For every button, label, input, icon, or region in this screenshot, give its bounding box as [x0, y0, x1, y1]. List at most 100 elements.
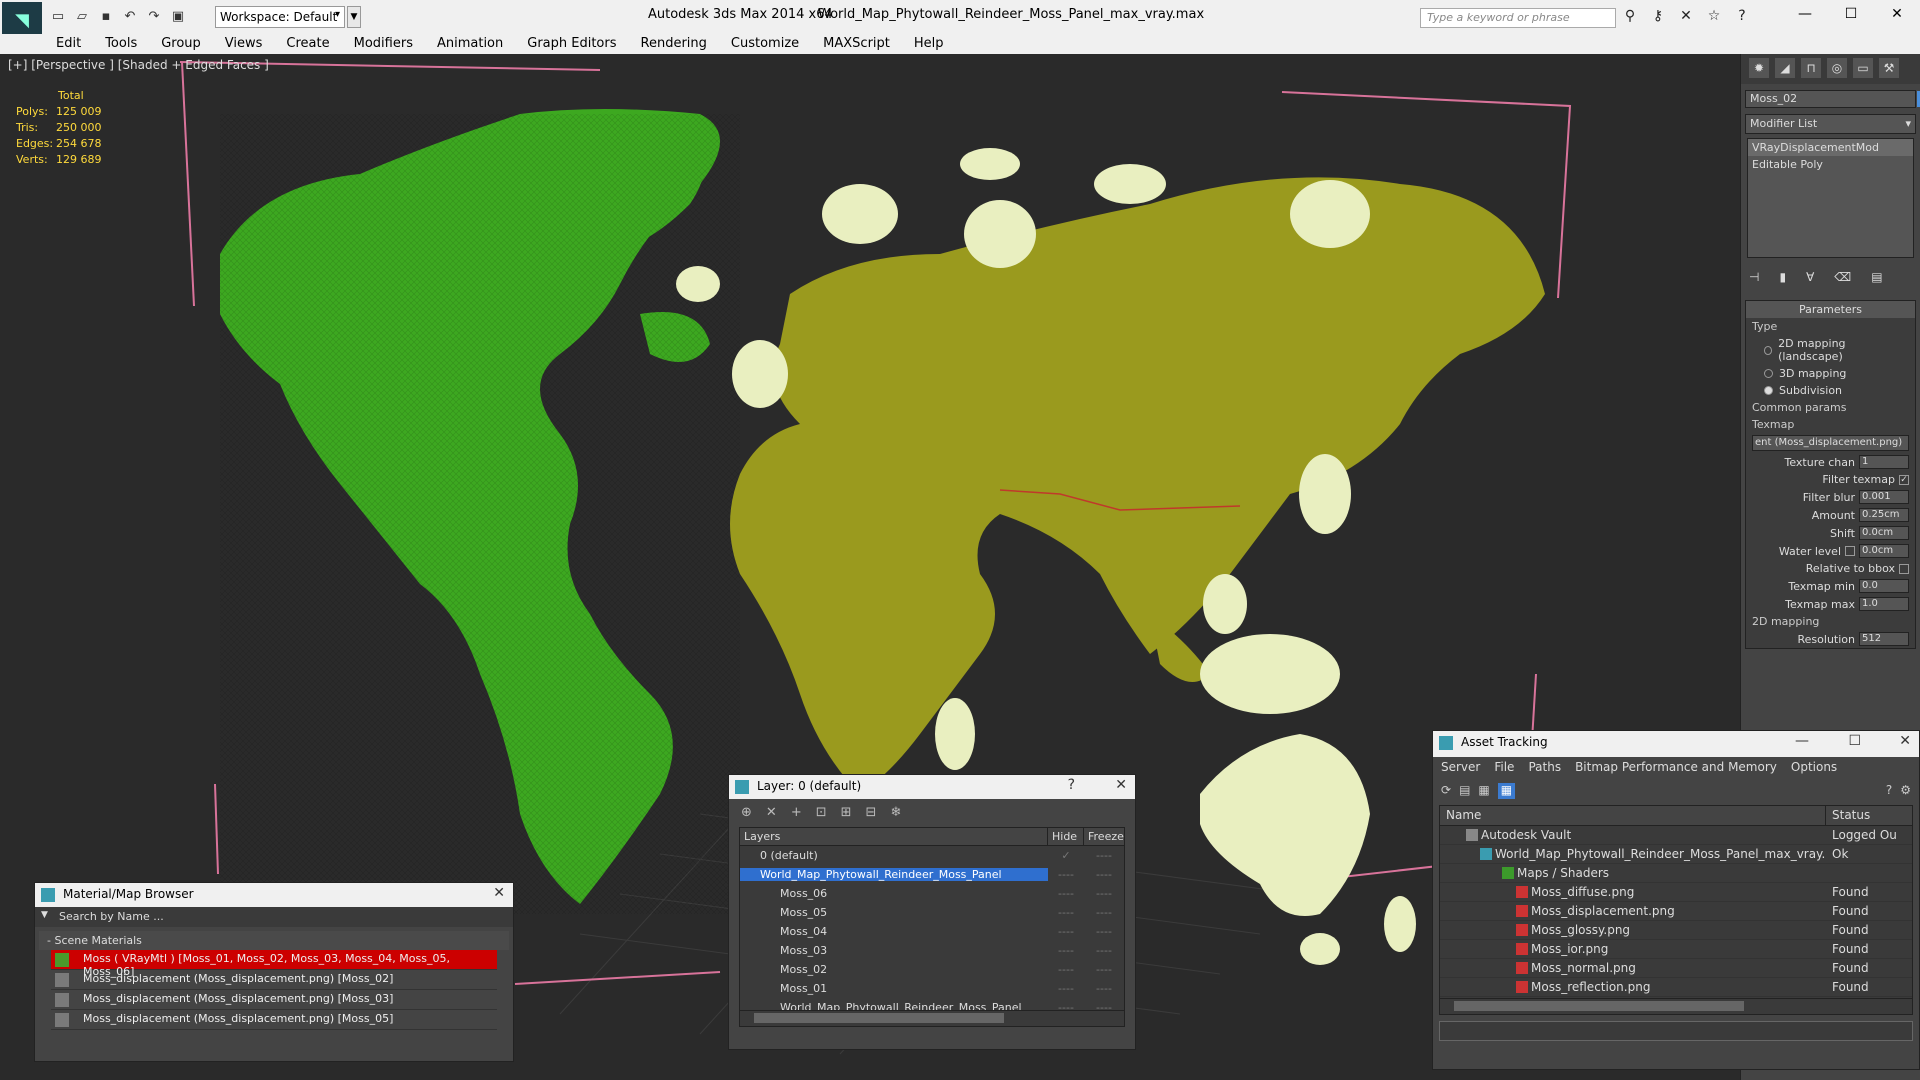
vault-help-icon[interactable]: ? — [1886, 783, 1892, 799]
asset-row[interactable]: Moss_normal.png Found — [1440, 959, 1912, 978]
relative-bbox-checkbox[interactable] — [1899, 563, 1909, 574]
layer-row[interactable]: 0 (default) ✓ ---- — [740, 846, 1124, 865]
maximize-button[interactable]: ☐ — [1828, 0, 1874, 28]
close-button[interactable]: ✕ — [1874, 0, 1920, 28]
amount-field[interactable]: 0.25cm — [1859, 508, 1909, 522]
utilities-tab-icon[interactable]: ⚒ — [1879, 58, 1899, 78]
asset-maximize-icon[interactable]: ☐ — [1848, 733, 1861, 749]
asset-row[interactable]: Moss_diffuse.png Found — [1440, 883, 1912, 902]
select-in-layer-icon[interactable]: ⊡ — [816, 805, 827, 820]
menu-customize[interactable]: Customize — [719, 34, 811, 54]
table-view-icon[interactable]: ▦ — [1497, 783, 1516, 799]
refresh-icon[interactable]: ⟳ — [1441, 783, 1451, 799]
project-folder-icon[interactable]: ▣ — [168, 8, 188, 26]
layer-hide-toggle[interactable]: ---- — [1048, 906, 1084, 919]
menu-modifiers[interactable]: Modifiers — [342, 34, 425, 54]
asset-row[interactable]: Autodesk Vault Logged Ou — [1440, 826, 1912, 845]
material-search-input[interactable]: Search by Name ... — [35, 907, 513, 927]
texmap-button[interactable]: ent (Moss_displacement.png) — [1752, 435, 1909, 451]
freeze-all-layers-icon[interactable]: ❄ — [890, 805, 901, 820]
delete-layer-icon[interactable]: ✕ — [766, 805, 777, 820]
stack-item-vray-displacement[interactable]: VRayDisplacementMod — [1748, 139, 1913, 156]
pin-stack-icon[interactable]: ⊣ — [1749, 270, 1759, 284]
water-level-field[interactable]: 0.0cm — [1859, 544, 1909, 558]
favorites-icon[interactable]: ☆ — [1704, 8, 1724, 26]
menu-group[interactable]: Group — [149, 34, 213, 54]
detail-view-icon[interactable]: ▦ — [1478, 783, 1489, 799]
texmap-max-field[interactable]: 1.0 — [1859, 597, 1909, 611]
asset-menu-options[interactable]: Options — [1791, 760, 1837, 776]
asset-horizontal-scrollbar[interactable] — [1440, 998, 1912, 1014]
asset-menu-bitmap[interactable]: Bitmap Performance and Memory — [1575, 760, 1777, 776]
filter-texmap-checkbox[interactable]: ✓ — [1899, 474, 1909, 485]
asset-row[interactable]: Maps / Shaders — [1440, 864, 1912, 883]
layer-hide-toggle[interactable]: ---- — [1048, 963, 1084, 976]
workspace-dropdown[interactable]: Workspace: Default — [215, 6, 345, 28]
layer-row[interactable]: Moss_02 ---- ---- — [740, 960, 1124, 979]
material-browser-close-icon[interactable]: ✕ — [493, 885, 505, 901]
asset-scroll-thumb[interactable] — [1454, 1001, 1744, 1011]
highlight-layer-icon[interactable]: ⊞ — [841, 805, 852, 820]
new-file-icon[interactable]: ▭ — [48, 8, 68, 26]
material-row[interactable]: Moss ( VRayMtl ) [Moss_01, Moss_02, Moss… — [51, 950, 497, 978]
remove-modifier-icon[interactable]: ⌫ — [1834, 270, 1851, 284]
menu-maxscript[interactable]: MAXScript — [811, 34, 902, 54]
material-browser-titlebar[interactable]: Material/Map Browser ✕ — [35, 883, 513, 907]
asset-minimize-icon[interactable]: — — [1795, 733, 1809, 749]
object-name-field[interactable]: Moss_02 — [1745, 90, 1920, 108]
display-tab-icon[interactable]: ▭ — [1853, 58, 1873, 78]
asset-close-icon[interactable]: ✕ — [1899, 733, 1911, 749]
resolution-field[interactable]: 512 — [1859, 632, 1909, 646]
layer-row[interactable]: Moss_06 ---- ---- — [740, 884, 1124, 903]
asset-row[interactable]: World_Map_Phytowall_Reindeer_Moss_Panel_… — [1440, 845, 1912, 864]
layer-freeze-toggle[interactable]: ---- — [1084, 944, 1124, 957]
add-to-layer-icon[interactable]: + — [791, 805, 802, 820]
configure-sets-icon[interactable]: ▤ — [1871, 270, 1882, 284]
material-row[interactable]: Moss_displacement (Moss_displacement.png… — [51, 970, 497, 990]
hide-all-layers-icon[interactable]: ⊟ — [866, 805, 877, 820]
material-row[interactable]: Moss_displacement (Moss_displacement.png… — [51, 1010, 497, 1030]
layer-freeze-toggle[interactable]: ---- — [1084, 925, 1124, 938]
col-freeze[interactable]: Freeze — [1084, 828, 1124, 845]
menu-help[interactable]: Help — [902, 34, 956, 54]
shift-field[interactable]: 0.0cm — [1859, 526, 1909, 540]
col-status[interactable]: Status — [1826, 806, 1912, 825]
asset-row[interactable]: Moss_reflection.png Found — [1440, 978, 1912, 997]
stack-item-editable-poly[interactable]: Editable Poly — [1748, 156, 1913, 173]
workspace-expand-button[interactable]: ▼ — [347, 6, 361, 28]
layer-freeze-toggle[interactable]: ---- — [1084, 906, 1124, 919]
layer-row[interactable]: World_Map_Phytowall_Reindeer_Moss_Panel -… — [740, 865, 1124, 884]
type-option-3d[interactable]: 3D mapping — [1746, 365, 1915, 382]
make-unique-icon[interactable]: ∀ — [1806, 270, 1814, 284]
layer-scroll-thumb[interactable] — [754, 1013, 1004, 1023]
undo-icon[interactable]: ↶ — [120, 8, 140, 26]
type-option-2d[interactable]: 2D mapping (landscape) — [1746, 335, 1915, 365]
binoculars-icon[interactable]: ⚲ — [1620, 8, 1640, 26]
modifier-list-dropdown[interactable]: Modifier List — [1745, 114, 1916, 134]
texture-chan-field[interactable]: 1 — [1859, 455, 1909, 469]
viewport-label[interactable]: [+] [Perspective ] [Shaded + Edged Faces… — [8, 58, 269, 72]
save-icon[interactable]: ▪ — [96, 8, 116, 26]
open-file-icon[interactable]: ▱ — [72, 8, 92, 26]
layer-horizontal-scrollbar[interactable] — [740, 1010, 1124, 1026]
asset-row[interactable]: Moss_ior.png Found — [1440, 940, 1912, 959]
menu-edit[interactable]: Edit — [44, 34, 93, 54]
asset-menu-file[interactable]: File — [1494, 760, 1514, 776]
material-row[interactable]: Moss_displacement (Moss_displacement.png… — [51, 990, 497, 1010]
vault-settings-icon[interactable]: ⚙ — [1900, 783, 1911, 799]
col-layers[interactable]: Layers — [740, 828, 1048, 845]
asset-menu-paths[interactable]: Paths — [1528, 760, 1561, 776]
layer-freeze-toggle[interactable]: ---- — [1084, 849, 1124, 862]
menu-tools[interactable]: Tools — [93, 34, 149, 54]
layer-row[interactable]: Moss_04 ---- ---- — [740, 922, 1124, 941]
texmap-min-field[interactable]: 0.0 — [1859, 579, 1909, 593]
layer-freeze-toggle[interactable]: ---- — [1084, 887, 1124, 900]
hierarchy-tab-icon[interactable]: ⊓ — [1801, 58, 1821, 78]
create-tab-icon[interactable]: ✹ — [1749, 58, 1769, 78]
layer-hide-toggle[interactable]: ---- — [1048, 887, 1084, 900]
asset-row[interactable]: Moss_displacement.png Found — [1440, 902, 1912, 921]
layer-row[interactable]: Moss_05 ---- ---- — [740, 903, 1124, 922]
layer-freeze-toggle[interactable]: ---- — [1084, 963, 1124, 976]
layer-freeze-toggle[interactable]: ---- — [1084, 868, 1124, 881]
layer-hide-toggle[interactable]: ---- — [1048, 944, 1084, 957]
